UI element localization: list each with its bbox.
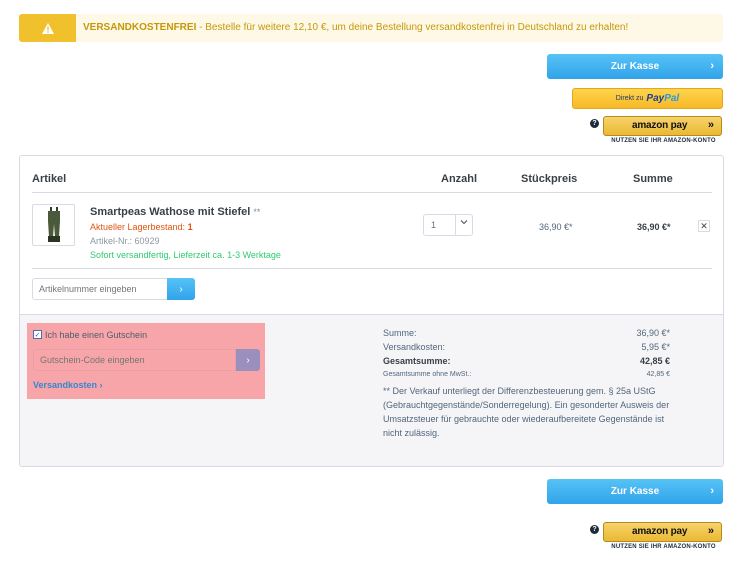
- paypal-logo: PayPal: [646, 93, 680, 104]
- amazon-pay-button[interactable]: amazon pay »: [603, 522, 722, 542]
- quantity-select[interactable]: 1: [423, 214, 473, 236]
- header-divider: [32, 192, 712, 193]
- paypal-express-button[interactable]: Direkt zu PayPal: [572, 88, 723, 109]
- cart-footer: ✓ Ich habe einen Gutschein › Versandkost…: [20, 314, 723, 466]
- summary-net-total: Gesamtsumme ohne MwSt.: 42,85 €: [383, 371, 670, 378]
- voucher-checkbox[interactable]: ✓: [33, 330, 42, 339]
- amazon-pay-logo: amazon pay: [632, 120, 688, 131]
- chevron-right-icon: ›: [710, 485, 714, 497]
- chevron-right-icon: ›: [246, 354, 250, 366]
- article-number-input[interactable]: [32, 278, 167, 300]
- voucher-section: ✓ Ich habe einen Gutschein › Versandkost…: [27, 323, 265, 399]
- column-header-article: Artikel: [32, 173, 67, 185]
- chevron-right-icon: ›: [179, 283, 183, 295]
- voucher-code-input[interactable]: [33, 349, 236, 371]
- chevron-down-icon: [460, 218, 468, 228]
- notice-text: VERSANDKOSTENFREI - Bestelle für weitere…: [83, 22, 629, 33]
- double-chevron-icon: »: [707, 119, 714, 131]
- cart-panel: Artikel Anzahl Stückpreis Summe Smartpea…: [19, 155, 724, 467]
- amazon-pay-tagline: NUTZEN SIE IHR AMAZON-KONTO: [611, 138, 716, 144]
- help-icon[interactable]: ?: [590, 525, 599, 534]
- column-header-total: Summe: [633, 173, 673, 185]
- remove-item-button[interactable]: ✕: [698, 220, 710, 232]
- unit-price: 36,90 €*: [539, 222, 573, 232]
- product-name-link[interactable]: Smartpeas Wathose mit Stiefel **: [90, 206, 260, 218]
- voucher-submit-button[interactable]: ›: [236, 349, 260, 371]
- checkout-button-label: Zur Kasse: [610, 61, 660, 72]
- line-total: 36,90 €*: [637, 222, 671, 232]
- item-divider: [32, 268, 712, 269]
- stock-status: Aktueller Lagerbestand: 1: [90, 222, 193, 232]
- checkout-button-top[interactable]: Zur Kasse ›: [547, 54, 723, 79]
- delivery-info: Sofort versandfertig, Lieferzeit ca. 1-3…: [90, 250, 281, 260]
- checkout-button-label: Zur Kasse: [610, 486, 660, 497]
- amazon-pay-top: ? amazon pay » NUTZEN SIE IHR AMAZON-KON…: [590, 116, 730, 146]
- article-number: Artikel-Nr.: 60929: [90, 236, 160, 246]
- help-icon[interactable]: ?: [590, 119, 599, 128]
- quantity-divider: [455, 215, 456, 235]
- summary-shipping: Versandkosten: 5,95 €*: [383, 342, 670, 352]
- amazon-pay-tagline: NUTZEN SIE IHR AMAZON-KONTO: [611, 544, 716, 550]
- summary-grand-total: Gesamtsumme: 42,85 €: [383, 356, 670, 366]
- column-header-unit-price: Stückpreis: [521, 173, 578, 185]
- column-header-quantity: Anzahl: [441, 173, 478, 185]
- checkout-button-bottom[interactable]: Zur Kasse ›: [547, 479, 723, 504]
- chevron-right-icon: ›: [710, 60, 714, 72]
- paypal-prefix: Direkt zu: [615, 95, 644, 102]
- add-article-button[interactable]: ›: [167, 278, 195, 300]
- shipping-costs-link[interactable]: Versandkosten ›: [33, 380, 103, 390]
- amazon-pay-bottom: ? amazon pay » NUTZEN SIE IHR AMAZON-KON…: [590, 522, 730, 552]
- summary-subtotal: Summe: 36,90 €*: [383, 328, 670, 338]
- quantity-value: 1: [431, 220, 437, 230]
- tax-note: ** Der Verkauf unterliegt der Differenzb…: [383, 386, 670, 438]
- amazon-pay-button[interactable]: amazon pay »: [603, 116, 722, 136]
- double-chevron-icon: »: [707, 525, 714, 537]
- product-thumbnail[interactable]: [32, 204, 75, 246]
- voucher-checkbox-label[interactable]: Ich habe einen Gutschein: [45, 330, 147, 340]
- warning-icon: [19, 14, 76, 42]
- free-shipping-notice: VERSANDKOSTENFREI - Bestelle für weitere…: [19, 14, 723, 42]
- amazon-pay-logo: amazon pay: [632, 526, 688, 537]
